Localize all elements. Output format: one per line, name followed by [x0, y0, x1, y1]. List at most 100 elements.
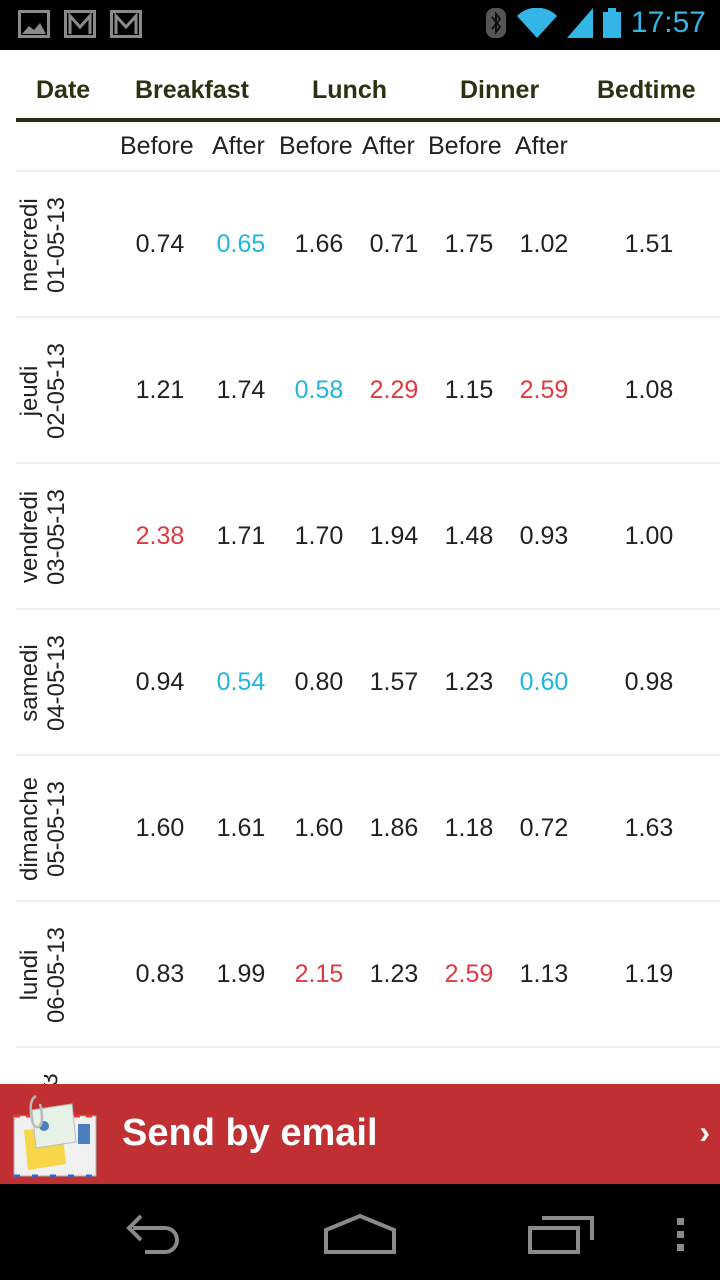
day-name: mercredi	[16, 198, 43, 292]
value-breakfast-after: 0.54	[216, 668, 266, 696]
value-dinner-after: 0.93	[519, 522, 569, 550]
value-lunch-before: 1.60	[294, 814, 344, 842]
navigation-bar	[0, 1184, 720, 1280]
value-breakfast-after: 1.74	[216, 376, 266, 404]
value-dinner-before: 1.18	[444, 814, 494, 842]
date-cell: vendredi 03-05-13	[16, 470, 76, 604]
value-breakfast-before: 0.74	[135, 230, 185, 258]
day-name: lundi	[16, 949, 43, 1001]
subheader-dinner-before: Before	[428, 132, 502, 160]
date-value: 04-05-13	[43, 634, 70, 732]
send-by-email-button[interactable]: Send by email ›	[0, 1084, 720, 1184]
value-bedtime: 1.51	[624, 230, 674, 258]
header-lunch: Lunch	[312, 76, 387, 104]
gmail-icon	[64, 10, 96, 38]
value-bedtime: 1.08	[624, 376, 674, 404]
date-label: samedi 04-05-13	[16, 616, 76, 750]
signal-icon	[566, 8, 593, 38]
date-value: 06-05-13	[43, 926, 70, 1024]
date-value: 03-05-13	[43, 488, 70, 586]
table-row[interactable]: mercredi 01-05-13 0.74 0.65 1.66 0.71 1.75 1.02…	[0, 172, 720, 318]
date-label: mercredi 01-05-13	[16, 178, 76, 312]
day-name: dimanche	[16, 776, 43, 882]
header-breakfast: Breakfast	[135, 76, 249, 104]
date-cell: dimanche 05-05-13	[16, 762, 76, 896]
value-dinner-before: 1.75	[444, 230, 494, 258]
value-dinner-after: 1.02	[519, 230, 569, 258]
date-value: 05-05-13	[43, 780, 70, 878]
subheader-breakfast-after: After	[212, 132, 265, 160]
value-lunch-after: 1.23	[369, 960, 419, 988]
date-cell: lundi 06-05-13	[16, 908, 76, 1042]
value-breakfast-before: 1.21	[135, 376, 185, 404]
table-row[interactable]: lundi 06-05-13 0.83 1.99 2.15 1.23 2.59 1.13 1.1…	[0, 902, 720, 1048]
day-name: jeudi	[16, 365, 43, 417]
subheader-lunch-after: After	[362, 132, 415, 160]
value-lunch-after: 1.86	[369, 814, 419, 842]
send-by-email-label: Send by email	[122, 1112, 378, 1154]
bluetooth-icon	[485, 8, 506, 38]
subheader-lunch-before: Before	[279, 132, 353, 160]
value-lunch-before: 2.15	[294, 960, 344, 988]
table-row[interactable]: jeudi 02-05-13 1.21 1.74 0.58 2.29 1.15 2.59 1.0…	[0, 318, 720, 464]
gmail-icon	[110, 10, 142, 38]
value-breakfast-after: 0.65	[216, 230, 266, 258]
date-cell: jeudi 02-05-13	[16, 324, 76, 458]
recent-apps-icon[interactable]	[526, 1212, 598, 1256]
value-dinner-before: 2.59	[444, 960, 494, 988]
back-icon[interactable]	[125, 1210, 195, 1254]
header-dinner: Dinner	[460, 76, 540, 104]
day-name: vendredi	[16, 490, 43, 584]
date-label: lundi 06-05-13	[16, 908, 76, 1042]
header-date: Date	[36, 76, 91, 104]
value-dinner-after: 0.72	[519, 814, 569, 842]
value-lunch-after: 1.57	[369, 668, 419, 696]
value-lunch-before: 0.58	[294, 376, 344, 404]
value-dinner-before: 1.15	[444, 376, 494, 404]
value-bedtime: 1.63	[624, 814, 674, 842]
value-bedtime: 1.00	[624, 522, 674, 550]
value-lunch-after: 1.94	[369, 522, 419, 550]
value-breakfast-after: 1.61	[216, 814, 266, 842]
value-breakfast-before: 0.83	[135, 960, 185, 988]
home-icon[interactable]	[322, 1212, 398, 1256]
header-bedtime: Bedtime	[597, 76, 696, 104]
value-lunch-before: 0.80	[294, 668, 344, 696]
battery-icon	[602, 8, 621, 38]
partial-row: 3	[44, 1066, 74, 1084]
overflow-menu-icon[interactable]	[676, 1218, 686, 1258]
date-value: 02-05-13	[43, 342, 70, 440]
date-label: vendredi 03-05-13	[16, 470, 76, 604]
email-attachment-icon	[13, 1094, 97, 1178]
value-lunch-after: 0.71	[369, 230, 419, 258]
value-dinner-after: 1.13	[519, 960, 569, 988]
date-label: dimanche 05-05-13	[16, 762, 76, 896]
value-dinner-before: 1.23	[444, 668, 494, 696]
table-row[interactable]: vendredi 03-05-13 2.38 1.71 1.70 1.94 1.48 0.93…	[0, 464, 720, 610]
date-cell: samedi 04-05-13	[16, 616, 76, 750]
wifi-icon	[516, 8, 557, 38]
glucose-table[interactable]: Date Breakfast Lunch Dinner Bedtime Befo…	[0, 50, 720, 1084]
value-bedtime: 1.19	[624, 960, 674, 988]
value-breakfast-after: 1.71	[216, 522, 266, 550]
value-dinner-after: 0.60	[519, 668, 569, 696]
value-lunch-after: 2.29	[369, 376, 419, 404]
chevron-right-icon: ›	[699, 1114, 710, 1150]
value-breakfast-before: 0.94	[135, 668, 185, 696]
date-label: jeudi 02-05-13	[16, 324, 76, 458]
subheader-breakfast-before: Before	[120, 132, 194, 160]
value-breakfast-before: 1.60	[135, 814, 185, 842]
clock: 17:57	[630, 6, 706, 39]
value-lunch-before: 1.66	[294, 230, 344, 258]
day-name: samedi	[16, 644, 43, 722]
image-icon	[18, 10, 50, 38]
table-row[interactable]: samedi 04-05-13 0.94 0.54 0.80 1.57 1.23 0.60 0.…	[0, 610, 720, 756]
date-value: 01-05-13	[43, 196, 70, 294]
header-divider	[16, 118, 720, 122]
value-dinner-before: 1.48	[444, 522, 494, 550]
subheader-dinner-after: After	[515, 132, 568, 160]
value-breakfast-after: 1.99	[216, 960, 266, 988]
table-row[interactable]: dimanche 05-05-13 1.60 1.61 1.60 1.86 1.18 0.72…	[0, 756, 720, 902]
row-divider	[16, 1046, 720, 1048]
value-breakfast-before: 2.38	[135, 522, 185, 550]
